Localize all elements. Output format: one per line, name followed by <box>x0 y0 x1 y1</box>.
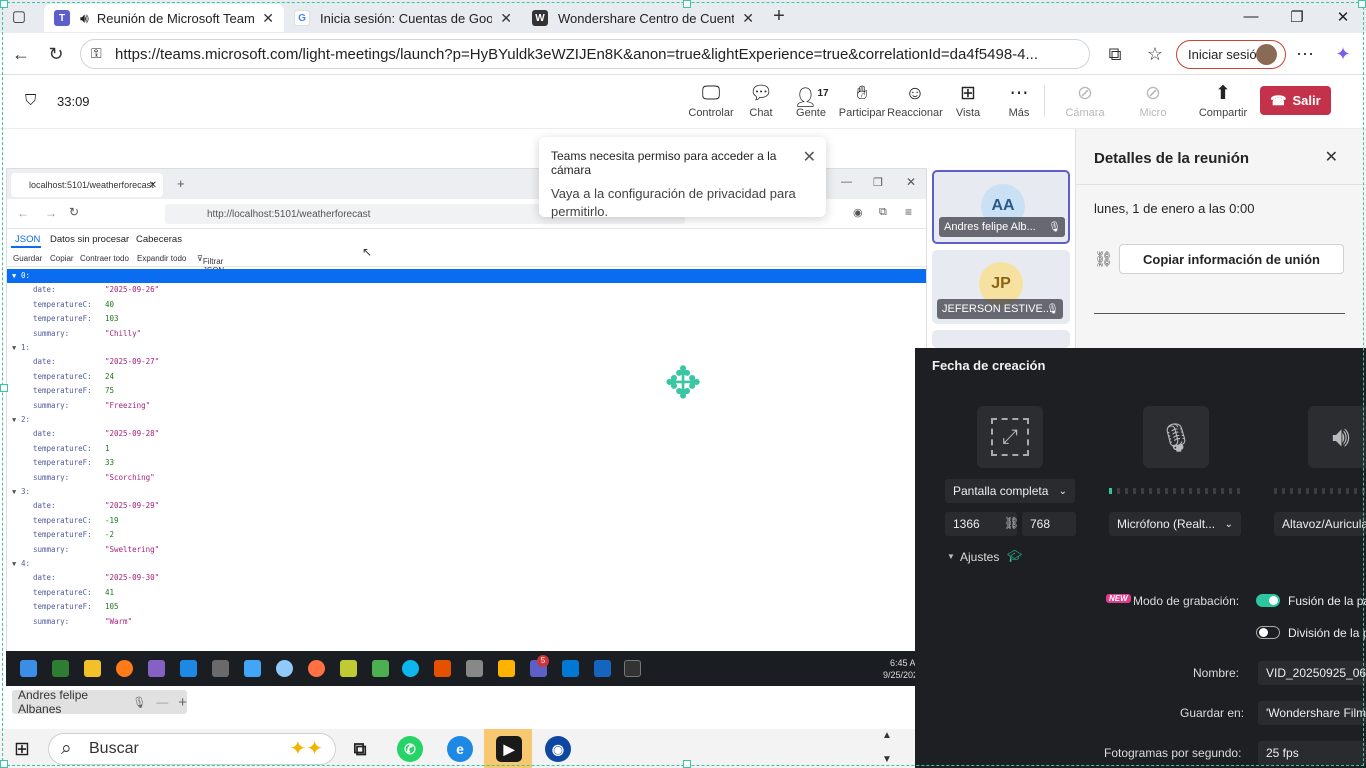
resize-handle[interactable] <box>1358 0 1366 8</box>
resize-handle[interactable] <box>683 760 691 768</box>
resize-handle[interactable] <box>0 384 8 392</box>
resize-handle[interactable] <box>0 0 8 8</box>
resize-handle[interactable] <box>0 760 8 768</box>
resize-handle[interactable] <box>683 0 691 8</box>
recording-area-frame <box>2 2 1364 766</box>
